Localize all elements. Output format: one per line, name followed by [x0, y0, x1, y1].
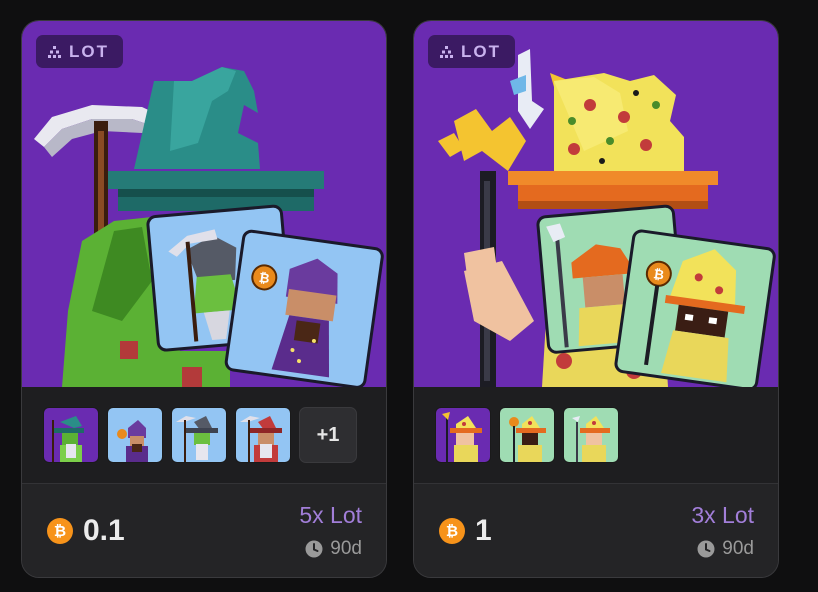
clock-icon [697, 540, 715, 558]
lot-artwork: ₿ [414, 21, 778, 387]
lot-triangle-icon [440, 45, 453, 58]
price: ₿ 0.1 [47, 514, 125, 548]
thumbnail-reaper-wizard[interactable] [43, 407, 99, 463]
lot-badge-label: LOT [69, 41, 109, 61]
bitcoin-icon: ₿ [439, 518, 465, 544]
price: ₿ 1 [439, 514, 492, 548]
lot-size-label: 3x Lot [691, 502, 754, 528]
lot-thumbnails [414, 387, 778, 483]
lot-footer: ₿ 1 3x Lot 90d [414, 483, 778, 577]
lot-triangle-icon [48, 45, 61, 58]
thumbnail-reaper-wizard[interactable] [171, 407, 227, 463]
duration: 90d [697, 538, 754, 560]
more-items-button[interactable]: +1 [299, 407, 357, 463]
lot-size-label: 5x Lot [299, 502, 362, 528]
duration-value: 90d [722, 538, 754, 559]
thumbnail-pizza-wizard[interactable] [563, 407, 619, 463]
svg-text:₿: ₿ [652, 267, 665, 283]
thumbnail-purple-wizard[interactable] [107, 407, 163, 463]
lot-thumbnails: +1 [22, 387, 386, 483]
duration-value: 90d [330, 538, 362, 559]
pizza-wizard-artwork: ₿ [438, 49, 776, 387]
lot-badge: LOT [36, 35, 123, 68]
clock-icon [305, 540, 323, 558]
price-value: 0.1 [83, 514, 125, 547]
lot-badge: LOT [428, 35, 515, 68]
reaper-wizard-artwork: ₿ [34, 67, 384, 387]
price-value: 1 [475, 514, 492, 547]
nft-lot-card[interactable]: ₿ LOT +1 ₿ 0.1 5x Lot 90d [21, 20, 387, 578]
bitcoin-icon: ₿ [47, 518, 73, 544]
duration: 90d [305, 538, 362, 560]
nft-lot-card[interactable]: ₿ LOT ₿ 1 3x Lot 90d [413, 20, 779, 578]
thumbnail-pizza-wizard[interactable] [435, 407, 491, 463]
thumbnail-red-hat-wizard[interactable] [235, 407, 291, 463]
thumbnail-pizza-wizard[interactable] [499, 407, 555, 463]
lot-artwork: ₿ [22, 21, 386, 387]
lot-badge-label: LOT [461, 41, 501, 61]
svg-text:₿: ₿ [258, 271, 271, 287]
lot-footer: ₿ 0.1 5x Lot 90d [22, 483, 386, 577]
